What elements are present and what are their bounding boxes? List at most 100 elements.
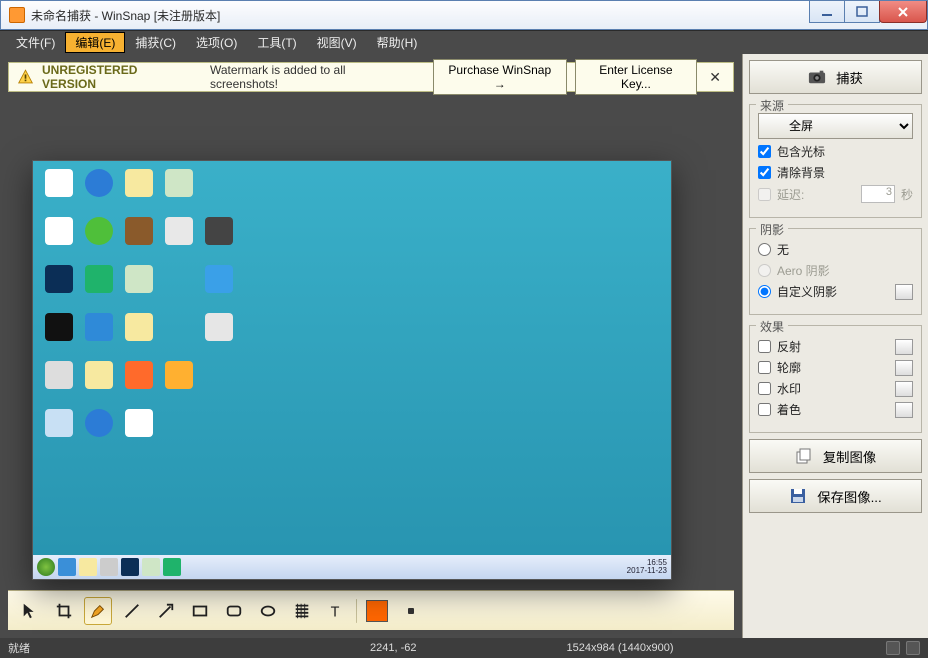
copy-icon <box>795 448 813 464</box>
tint-settings-button[interactable] <box>895 402 913 418</box>
tool-rounded-rect[interactable] <box>220 597 248 625</box>
menu-view[interactable]: 视图(V) <box>307 31 367 54</box>
menu-file[interactable]: 文件(F) <box>6 31 65 54</box>
delay-checkbox[interactable] <box>758 188 771 201</box>
tool-ellipse[interactable] <box>254 597 282 625</box>
unregistered-notice: UNREGISTERED VERSION Watermark is added … <box>8 62 734 92</box>
notice-text: Watermark is added to all screenshots! <box>210 63 406 91</box>
row-shadow-none[interactable]: 无 <box>758 241 913 258</box>
tool-arrow[interactable] <box>152 597 180 625</box>
captured-screenshot: 16:55 2017-11-23 <box>32 160 672 580</box>
window-title: 未命名捕获 - WinSnap [未注册版本] <box>31 7 220 24</box>
toolbar-separator <box>356 599 357 623</box>
enter-license-button[interactable]: Enter License Key... <box>575 59 698 95</box>
menu-tools[interactable]: 工具(T) <box>247 31 306 54</box>
include-cursor-label: 包含光标 <box>777 143 913 160</box>
warning-icon <box>17 68 34 86</box>
menu-bar: 文件(F) 编辑(E) 捕获(C) 选项(O) 工具(T) 视图(V) 帮助(H… <box>0 30 928 54</box>
delay-value[interactable]: 3 <box>861 185 895 203</box>
app-icon <box>9 7 25 23</box>
status-dims: 1524x984 (1440x900) <box>566 642 673 654</box>
status-icon-1[interactable] <box>886 641 900 655</box>
canvas[interactable]: 16:55 2017-11-23 <box>8 100 734 582</box>
save-icon <box>789 488 807 504</box>
tool-pointer[interactable] <box>16 597 44 625</box>
clear-bg-checkbox[interactable] <box>758 166 771 179</box>
delay-unit: 秒 <box>901 186 913 203</box>
clear-bg-label: 清除背景 <box>777 164 913 181</box>
copy-image-button[interactable]: 复制图像 <box>749 439 922 473</box>
watermark-settings-button[interactable] <box>895 381 913 397</box>
delay-label: 延迟: <box>777 186 855 203</box>
annotation-toolbar: T <box>8 590 734 630</box>
tool-text[interactable]: T <box>322 597 350 625</box>
status-icon-2[interactable] <box>906 641 920 655</box>
tint-label: 着色 <box>777 401 889 418</box>
purchase-button[interactable]: Purchase WinSnap → <box>433 59 567 95</box>
menu-edit[interactable]: 编辑(E) <box>65 32 125 53</box>
minimize-button[interactable] <box>809 1 845 23</box>
reflect-settings-button[interactable] <box>895 339 913 355</box>
size-dot-icon <box>408 608 414 614</box>
side-panel: 捕获 来源 全屏 包含光标 清除背景 延迟: 3 秒 <box>742 54 928 638</box>
taskbar-clock: 16:55 2017-11-23 <box>627 559 667 575</box>
source-select[interactable]: 全屏 <box>758 113 913 139</box>
outline-checkbox[interactable] <box>758 361 771 374</box>
screenshot-taskbar: 16:55 2017-11-23 <box>33 555 671 579</box>
shadow-none-label: 无 <box>777 241 913 258</box>
status-coords: 2241, -62 <box>370 642 416 654</box>
tool-crop[interactable] <box>50 597 78 625</box>
main-area: UNREGISTERED VERSION Watermark is added … <box>0 54 742 638</box>
menu-help[interactable]: 帮助(H) <box>367 31 428 54</box>
outline-settings-button[interactable] <box>895 360 913 376</box>
group-source-title: 来源 <box>756 97 788 114</box>
shadow-aero-radio[interactable] <box>758 264 771 277</box>
tool-line[interactable] <box>118 597 146 625</box>
maximize-button[interactable] <box>844 1 880 23</box>
watermark-checkbox[interactable] <box>758 382 771 395</box>
shadow-aero-label: Aero 阴影 <box>777 262 913 279</box>
tool-color[interactable] <box>363 597 391 625</box>
close-button[interactable] <box>879 1 927 23</box>
group-effect: 效果 反射 轮廓 水印 着色 <box>749 325 922 433</box>
shadow-custom-radio[interactable] <box>758 285 771 298</box>
shadow-custom-settings-button[interactable] <box>895 284 913 300</box>
status-bar: 就绪 2241, -62 1524x984 (1440x900) <box>0 638 928 658</box>
menu-capture[interactable]: 捕获(C) <box>125 31 186 54</box>
capture-button[interactable]: 捕获 <box>749 60 922 94</box>
include-cursor-checkbox[interactable] <box>758 145 771 158</box>
tool-size[interactable] <box>397 597 425 625</box>
shadow-none-radio[interactable] <box>758 243 771 256</box>
tool-pen[interactable] <box>84 597 112 625</box>
shadow-custom-label: 自定义阴影 <box>777 283 889 300</box>
save-image-label: 保存图像... <box>817 487 881 506</box>
row-include-cursor[interactable]: 包含光标 <box>758 143 913 160</box>
reflect-checkbox[interactable] <box>758 340 771 353</box>
row-shadow-custom[interactable]: 自定义阴影 <box>758 283 913 300</box>
tool-rectangle[interactable] <box>186 597 214 625</box>
reflect-label: 反射 <box>777 338 889 355</box>
notice-close-icon[interactable]: ✕ <box>705 69 725 86</box>
row-shadow-aero: Aero 阴影 <box>758 262 913 279</box>
group-shadow: 阴影 无 Aero 阴影 自定义阴影 <box>749 228 922 315</box>
save-image-button[interactable]: 保存图像... <box>749 479 922 513</box>
outline-label: 轮廓 <box>777 359 889 376</box>
start-button-icon <box>37 558 55 576</box>
row-delay: 延迟: 3 秒 <box>758 185 913 203</box>
capture-button-label: 捕获 <box>836 68 863 87</box>
tool-highlight[interactable] <box>288 597 316 625</box>
group-shadow-title: 阴影 <box>756 221 788 238</box>
watermark-label: 水印 <box>777 380 889 397</box>
status-ready: 就绪 <box>8 640 30 656</box>
copy-image-label: 复制图像 <box>823 447 876 466</box>
tint-checkbox[interactable] <box>758 403 771 416</box>
color-swatch-icon <box>366 600 388 622</box>
window-controls <box>810 1 927 23</box>
camera-icon <box>808 69 826 85</box>
row-clear-bg[interactable]: 清除背景 <box>758 164 913 181</box>
window-titlebar: 未命名捕获 - WinSnap [未注册版本] <box>0 0 928 30</box>
notice-bold: UNREGISTERED VERSION <box>42 63 186 91</box>
menu-options[interactable]: 选项(O) <box>186 31 247 54</box>
canvas-zone: 16:55 2017-11-23 <box>0 100 742 590</box>
group-source: 来源 全屏 包含光标 清除背景 延迟: 3 秒 <box>749 104 922 218</box>
